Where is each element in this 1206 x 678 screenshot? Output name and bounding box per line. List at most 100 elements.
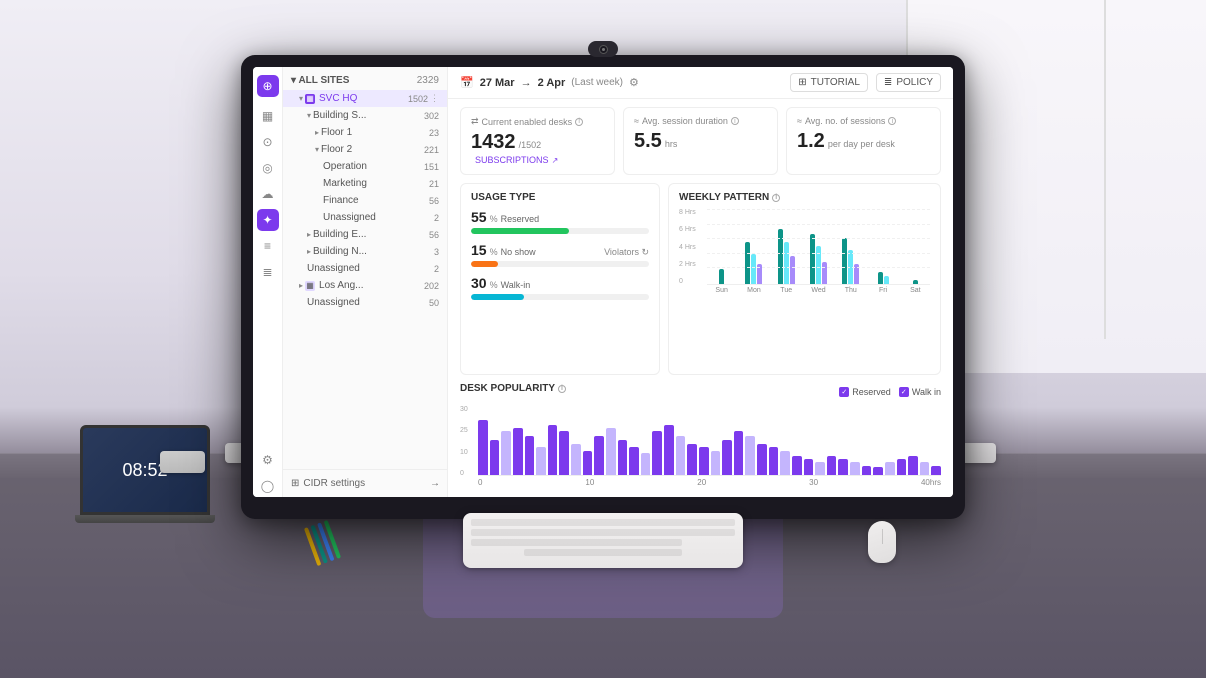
y-label-2: 2 Hrs [679,261,696,268]
no-show-bar-track [471,261,649,267]
desk-bar-col-6 [548,425,558,475]
legend-reserved-check: ✓ [839,387,849,397]
sidebar-icon-user[interactable]: ◯ [257,475,279,497]
walk-in-pct: 30 [471,275,487,291]
desk-bar-col-25 [769,447,779,475]
date-settings-icon[interactable]: ⚙ [629,76,639,89]
violators-link[interactable]: Violators ↻ [604,247,649,258]
desk-bar-col-26 [780,451,790,475]
desk-bar-col-39 [931,466,941,475]
sidebar-icon-people[interactable]: ⊙ [257,131,279,153]
sidebar-icon-light[interactable]: ✦ [257,209,279,231]
sessions-no-info-icon: i [888,117,896,125]
desk-bar-23 [745,436,755,475]
desk-bar-col-16 [664,425,674,475]
desk-bar-col-3 [513,428,523,475]
desk-bar-29 [815,462,825,475]
nav-unassigned1[interactable]: Unassigned 2 [283,209,447,226]
day-label-wed: Wed [804,287,833,294]
pop-y-30: 30 [460,406,476,413]
floor2-count: 221 [424,145,439,155]
floor1-label: Floor 1 [321,127,426,138]
desk-bar-col-24 [757,444,767,475]
day-label-sat: Sat [901,287,930,294]
building-s-label: Building S... [313,110,421,121]
desk-bar-24 [757,444,767,475]
desk-bar-col-32 [850,462,860,475]
desks-sub[interactable]: SUBSCRIPTIONS [475,155,549,165]
no-show-row: 15 % No show Violators ↻ [471,242,649,267]
desk-bar-0 [478,420,488,475]
nav-floor1[interactable]: ▸ Floor 1 23 [283,124,447,141]
los-ang-label: Los Ang... [319,280,421,291]
pop-y-0: 0 [460,470,476,477]
y-label-4: 4 Hrs [679,244,696,251]
desk-bar-34 [873,467,883,475]
tutorial-button[interactable]: ⊞ TUTORIAL [790,73,868,92]
x-label-40: 40hrs [921,478,941,487]
tue-bar-2 [784,242,789,284]
sessions-no-label: Avg. no. of sessions [805,116,885,126]
legend-walk-in: ✓ Walk in [899,387,941,397]
sidebar-icon-building[interactable]: ▦ [257,105,279,127]
desk-bar-col-36 [897,459,907,475]
floor1-count: 23 [429,128,439,138]
scene: 08:52 ⊕ ▦ ⊙ [0,0,1206,678]
desk-bar-30 [827,456,837,475]
unassigned3-label: Unassigned [307,297,426,308]
thu-bar-1 [842,238,847,284]
building-e-count: 56 [429,230,439,240]
desk-bar-36 [897,459,907,475]
desk-bar-col-17 [676,436,686,475]
nav-finance[interactable]: Finance 56 [283,192,447,209]
policy-button[interactable]: ≣ POLICY [876,73,941,92]
sidebar-icon-cloud[interactable]: ☁ [257,183,279,205]
popularity-info-icon: i [558,385,566,393]
wed-bar-1 [810,234,815,284]
desk-bar-17 [676,436,686,475]
nav-floor2[interactable]: ▾ Floor 2 221 [283,141,447,158]
legend-reserved: ✓ Reserved [839,387,891,397]
y-label-6: 6 Hrs [679,226,696,233]
legend-reserved-label: Reserved [852,387,891,397]
popularity-chart-wrap: 30 25 10 0 0 10 20 [460,406,941,489]
sidebar-icon-globe[interactable]: ◎ [257,157,279,179]
popularity-title: DESK POPULARITY i [460,383,566,394]
nav-unassigned3[interactable]: Unassigned 50 [283,294,447,311]
desk-bar-col-33 [862,466,872,475]
desk-bar-col-9 [583,451,593,475]
popularity-header: DESK POPULARITY i ✓ Reserved ✓ [460,383,941,400]
y-label-8: 8 Hrs [679,209,696,216]
tue-bar-3 [790,256,795,284]
sidebar-icon-menu[interactable]: ≡ [257,235,279,257]
sidebar-icon-settings[interactable]: ⚙ [257,449,279,471]
sidebar-logo[interactable]: ⊕ [257,75,279,97]
nav-building-s[interactable]: ▾ Building S... 302 [283,107,447,124]
sidebar-icon-book[interactable]: ≣ [257,261,279,283]
desk-bar-col-14 [641,453,651,475]
desk-bar-18 [687,444,697,475]
nav-operation[interactable]: Operation 151 [283,158,447,175]
desk-bar-4 [525,436,535,475]
building-n-label: Building N... [313,246,431,257]
nav-building-n[interactable]: ▸ Building N... 3 [283,243,447,260]
tutorial-label: TUTORIAL [811,77,860,88]
mon-bar-2 [751,254,756,284]
desk-bar-5 [536,447,546,475]
nav-building-e[interactable]: ▸ Building E... 56 [283,226,447,243]
fri-bar-2 [884,276,889,284]
nav-los-ang[interactable]: ▸ ▦ Los Ang... 202 [283,277,447,294]
usage-type-card: USAGE TYPE 55 % Reserved [460,183,660,375]
sun-bar-1 [719,269,724,284]
desk-bar-21 [722,440,732,475]
no-show-label: No show [501,247,536,257]
desk-bar-col-12 [618,440,628,475]
nav-marketing[interactable]: Marketing 21 [283,175,447,192]
cidr-settings[interactable]: ⊞ CIDR settings → [283,469,448,497]
fri-bar-1 [878,272,883,284]
finance-label: Finance [323,195,426,206]
nav-unassigned2[interactable]: Unassigned 2 [283,260,447,277]
date-range: 📅 27 Mar → 2 Apr (Last week) ⚙ [460,76,639,89]
nav-header: ▾ ALL SITES 2329 [283,67,447,90]
nav-svc-hq[interactable]: ▾ ▦ SVC HQ 1502 ⋮ [283,90,447,107]
